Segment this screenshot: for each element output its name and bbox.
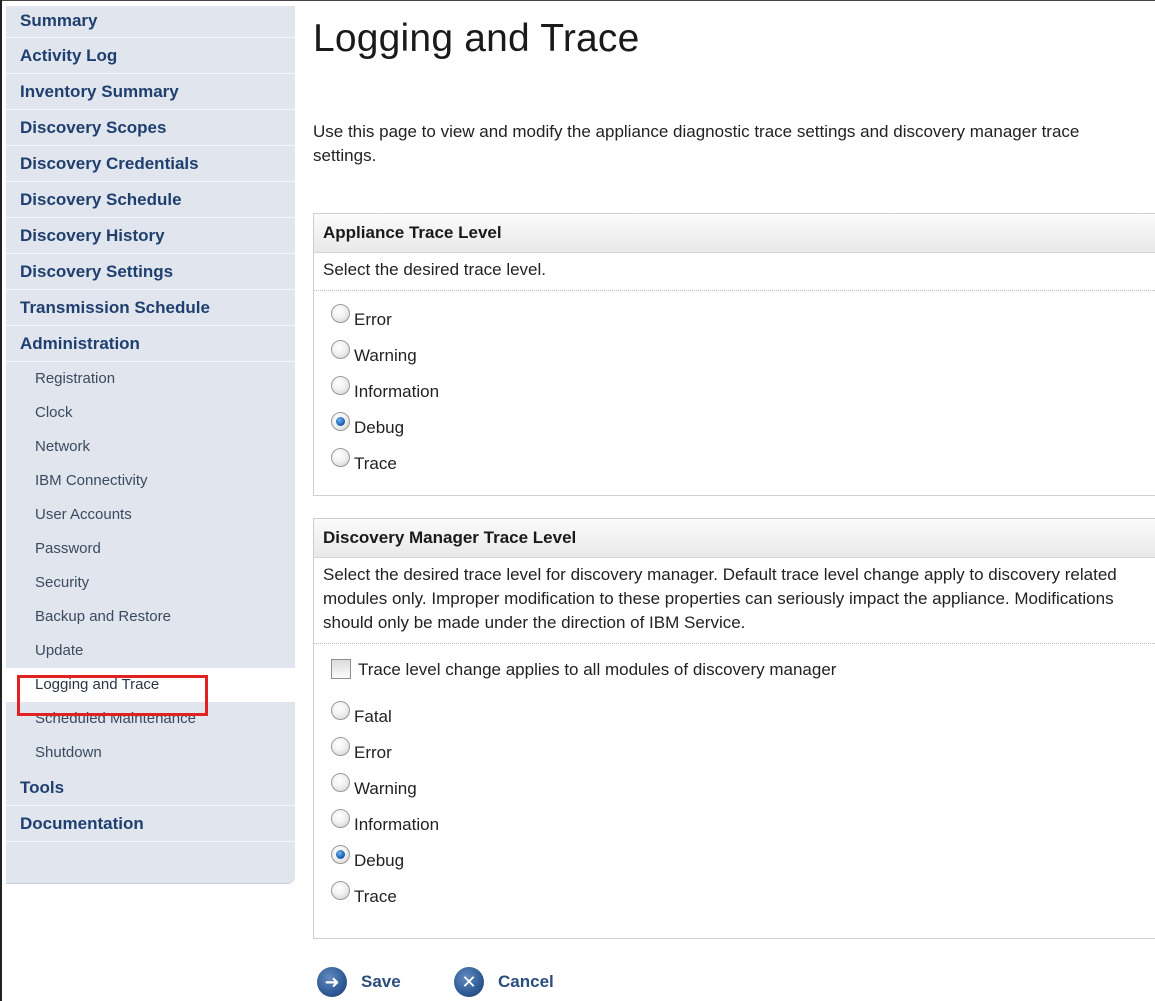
save-button[interactable]: ➜ Save [317,964,427,1000]
radio-button[interactable] [331,881,350,900]
appliance-trace-section: Appliance Trace Level Select the desired… [313,213,1155,496]
discovery-manager-trace-heading: Discovery Manager Trace Level [314,519,1155,558]
sidebar-subitem-password[interactable]: Password [6,532,295,566]
dm-radio-error[interactable]: Error [314,732,1155,768]
dm-radio-trace[interactable]: Trace [314,876,1155,912]
sidebar-item-transmission-schedule[interactable]: Transmission Schedule [6,290,295,326]
radio-button-selected[interactable] [331,412,350,431]
sidebar-item-documentation[interactable]: Documentation [6,806,295,842]
sidebar-subitem-user-accounts[interactable]: User Accounts [6,498,295,532]
x-icon: ✕ [454,967,484,997]
sidebar-item-discovery-scopes[interactable]: Discovery Scopes [6,110,295,146]
sidebar-item-activity-log[interactable]: Activity Log [6,38,295,74]
appliance-radio-warning[interactable]: Warning [314,335,1155,371]
radio-button[interactable] [331,340,350,359]
page-intro: Use this page to view and modify the app… [313,122,1080,165]
radio-button[interactable] [331,376,350,395]
sidebar-item-inventory-summary[interactable]: Inventory Summary [6,74,295,110]
appliance-trace-description: Select the desired trace level. [314,253,1155,291]
dm-radio-fatal[interactable]: Fatal [314,696,1155,732]
radio-button[interactable] [331,809,350,828]
window-top-border [0,0,1155,1]
sidebar-item-discovery-credentials[interactable]: Discovery Credentials [6,146,295,182]
radio-button[interactable] [331,304,350,323]
all-modules-checkbox[interactable] [331,659,351,679]
sidebar-item-tools[interactable]: Tools [6,770,295,806]
sidebar-subitem-network[interactable]: Network [6,430,295,464]
sidebar-subitem-security[interactable]: Security [6,566,295,600]
sidebar-subitem-backup-and-restore[interactable]: Backup and Restore [6,600,295,634]
page-title: Logging and Trace [313,17,640,60]
cancel-button[interactable]: ✕ Cancel [454,964,584,1000]
sidebar-item-summary[interactable]: Summary [6,6,295,38]
sidebar-item-discovery-history[interactable]: Discovery History [6,218,295,254]
discovery-manager-trace-description: Select the desired trace level for disco… [314,558,1155,644]
appliance-radio-error[interactable]: Error [314,299,1155,335]
dm-radio-warning[interactable]: Warning [314,768,1155,804]
appliance-trace-heading: Appliance Trace Level [314,214,1155,253]
appliance-radio-trace[interactable]: Trace [314,443,1155,479]
window-left-border [0,0,2,1001]
dm-radio-information[interactable]: Information [314,804,1155,840]
appliance-radio-information[interactable]: Information [314,371,1155,407]
radio-button-selected[interactable] [331,845,350,864]
appliance-radio-debug[interactable]: Debug [314,407,1155,443]
active-item-highlight-box [17,675,208,716]
sidebar-item-administration[interactable]: Administration [6,326,295,362]
sidebar-subitem-registration[interactable]: Registration [6,362,295,396]
sidebar-subitem-ibm-connectivity[interactable]: IBM Connectivity [6,464,295,498]
radio-button[interactable] [331,773,350,792]
discovery-manager-trace-section: Discovery Manager Trace Level Select the… [313,518,1155,939]
sidebar-subitem-update[interactable]: Update [6,634,295,668]
sidebar-item-discovery-schedule[interactable]: Discovery Schedule [6,182,295,218]
sidebar-subitem-shutdown[interactable]: Shutdown [6,736,295,770]
radio-button[interactable] [331,701,350,720]
arrow-right-icon: ➜ [317,967,347,997]
sidebar-item-discovery-settings[interactable]: Discovery Settings [6,254,295,290]
dm-radio-debug[interactable]: Debug [314,840,1155,876]
all-modules-checkbox-label: Trace level change applies to all module… [358,660,837,679]
all-modules-checkbox-row[interactable]: Trace level change applies to all module… [314,648,1155,692]
radio-button[interactable] [331,448,350,467]
sidebar-subitem-clock[interactable]: Clock [6,396,295,430]
sidebar-nav: Summary Activity Log Inventory Summary D… [6,6,295,883]
radio-button[interactable] [331,737,350,756]
